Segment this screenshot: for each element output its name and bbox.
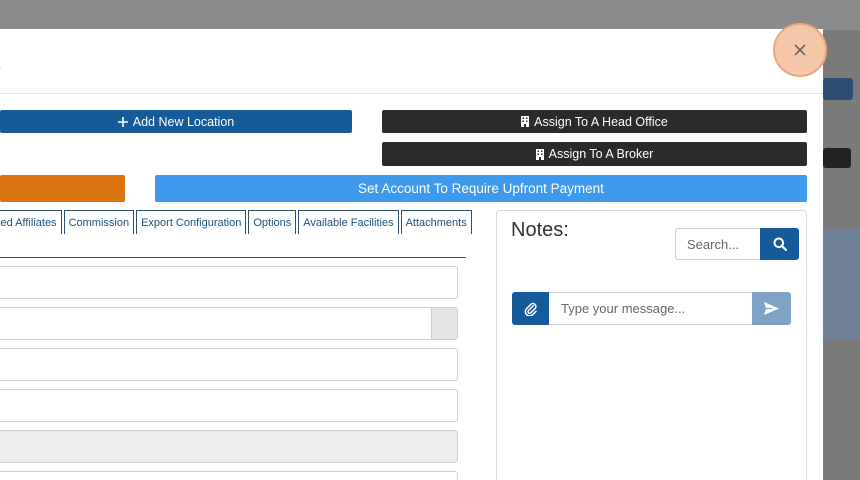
form-field-5 bbox=[0, 430, 458, 463]
send-icon bbox=[764, 302, 779, 315]
background-panel bbox=[823, 230, 860, 340]
tab-divider bbox=[0, 257, 466, 258]
field-addon bbox=[431, 308, 457, 339]
assign-head-office-button[interactable]: Assign To A Head Office bbox=[382, 110, 807, 133]
form-field-1[interactable] bbox=[0, 266, 458, 299]
form-field-4[interactable] bbox=[0, 389, 458, 422]
assign-head-office-label: Assign To A Head Office bbox=[534, 114, 668, 129]
modal-title: . bbox=[0, 49, 2, 75]
tab-linked-affiliates[interactable]: ked Affiliates bbox=[0, 210, 62, 234]
modal-header: . bbox=[0, 29, 823, 94]
building-icon bbox=[521, 116, 530, 127]
close-icon bbox=[794, 44, 806, 56]
message-placeholder: Type your message... bbox=[561, 301, 686, 316]
orange-action-button[interactable] bbox=[0, 175, 125, 202]
form-field-6[interactable] bbox=[0, 471, 458, 480]
tab-export-configuration[interactable]: Export Configuration bbox=[136, 210, 247, 234]
tab-commission[interactable]: Commission bbox=[63, 210, 135, 234]
attach-button[interactable] bbox=[512, 292, 549, 325]
search-icon bbox=[773, 237, 787, 251]
message-input[interactable]: Type your message... bbox=[549, 292, 752, 325]
assign-broker-label: Assign To A Broker bbox=[548, 147, 654, 161]
upfront-payment-label: Set Account To Require Upfront Payment bbox=[358, 181, 604, 196]
notes-search-button[interactable] bbox=[760, 228, 799, 260]
tab-available-facilities[interactable]: Available Facilities bbox=[298, 210, 399, 234]
tab-bar: ked Affiliates Commission Export Configu… bbox=[0, 210, 472, 234]
notes-title: Notes: bbox=[511, 219, 569, 241]
paperclip-icon bbox=[524, 302, 537, 316]
search-placeholder: Search... bbox=[687, 236, 740, 252]
upfront-payment-button[interactable]: Set Account To Require Upfront Payment bbox=[155, 175, 807, 202]
tab-attachments[interactable]: Attachments bbox=[400, 210, 472, 234]
add-new-location-label: Add New Location bbox=[132, 114, 235, 129]
notes-panel: Notes: Search... Type your message... bbox=[496, 210, 807, 480]
add-new-location-button[interactable]: Add New Location bbox=[0, 110, 352, 133]
form-field-2[interactable] bbox=[0, 307, 458, 340]
close-button[interactable] bbox=[773, 23, 827, 77]
notes-search-input[interactable]: Search... bbox=[675, 228, 761, 260]
background-button bbox=[823, 78, 853, 100]
plus-icon bbox=[117, 116, 128, 127]
background-topbar bbox=[0, 0, 860, 30]
send-button[interactable] bbox=[752, 292, 791, 325]
tab-options[interactable]: Options bbox=[248, 210, 297, 234]
background-button-dark bbox=[823, 148, 851, 168]
assign-broker-button[interactable]: Assign To A Broker bbox=[382, 142, 807, 166]
building-icon bbox=[535, 148, 544, 160]
form-field-3[interactable] bbox=[0, 348, 458, 381]
